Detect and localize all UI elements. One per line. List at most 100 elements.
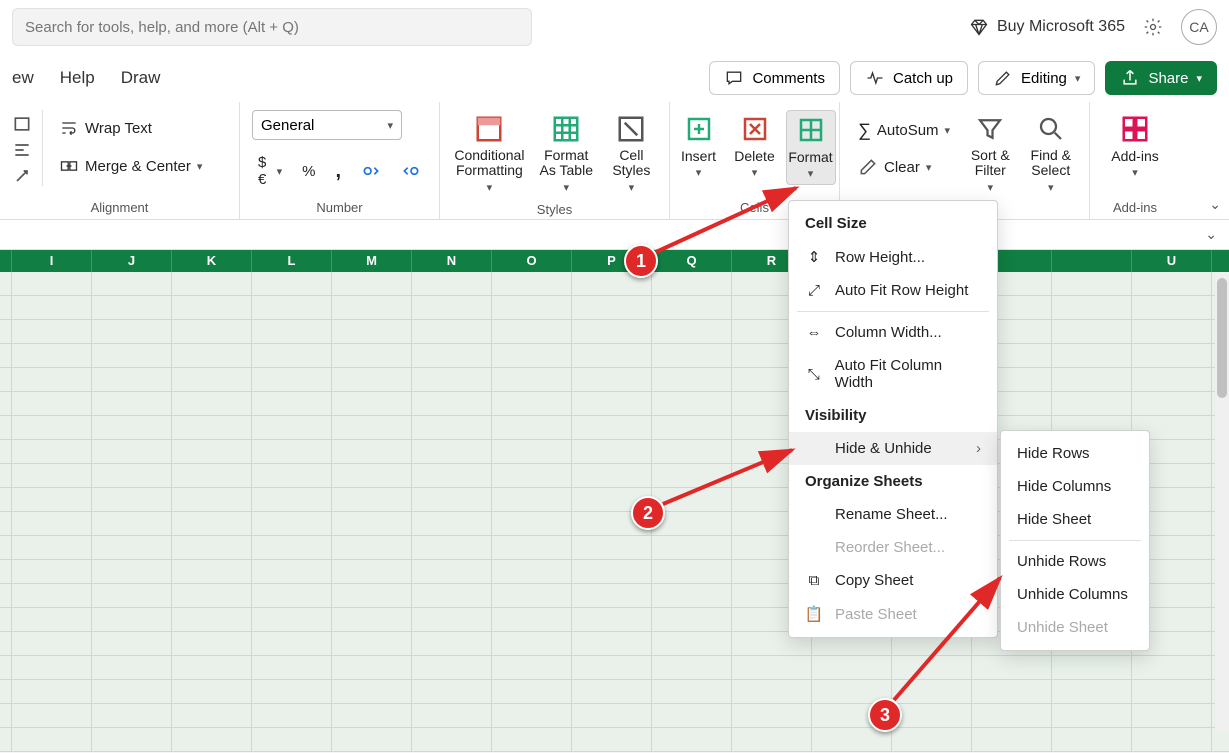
column-header[interactable]: U [1132,250,1212,272]
cell[interactable] [252,584,332,608]
cell[interactable] [492,632,572,656]
cell[interactable] [12,560,92,584]
cell[interactable] [412,584,492,608]
cell[interactable] [572,464,652,488]
cell[interactable] [1052,296,1132,320]
share-button[interactable]: Share ▾ [1105,61,1217,95]
cell[interactable] [252,416,332,440]
cell[interactable] [332,536,412,560]
cell[interactable] [572,632,652,656]
cell[interactable] [492,608,572,632]
cell[interactable] [252,296,332,320]
cell[interactable] [412,560,492,584]
cell[interactable] [12,680,92,704]
cell[interactable] [172,320,252,344]
cell[interactable] [652,272,732,296]
merge-center-button[interactable]: Merge & Center ▾ [53,152,208,180]
cell[interactable] [172,272,252,296]
cell[interactable] [172,488,252,512]
autosum-button[interactable]: ∑ AutoSum▾ [852,116,956,145]
avatar[interactable]: CA [1181,9,1217,45]
cell[interactable] [572,704,652,728]
cell[interactable] [332,632,412,656]
cell[interactable] [172,728,252,752]
cell[interactable] [332,728,412,752]
cell[interactable] [812,656,892,680]
cell[interactable] [92,488,172,512]
cell[interactable] [652,656,732,680]
cell[interactable] [812,728,892,752]
cell[interactable] [652,416,732,440]
cell[interactable] [172,584,252,608]
cell[interactable] [1052,656,1132,680]
cell[interactable] [172,344,252,368]
cell[interactable] [652,296,732,320]
find-select-button[interactable]: Find & Select▾ [1025,110,1077,198]
cell[interactable] [332,272,412,296]
number-format-select[interactable]: General ▾ [252,110,402,140]
cell[interactable] [92,464,172,488]
column-header[interactable]: Q [652,250,732,272]
cell[interactable] [12,536,92,560]
cell[interactable] [12,512,92,536]
cell[interactable] [492,512,572,536]
cell[interactable] [492,560,572,584]
cell[interactable] [652,680,732,704]
cell[interactable] [572,416,652,440]
cell[interactable] [172,440,252,464]
cell[interactable] [412,344,492,368]
conditional-formatting-button[interactable]: Conditional Formatting▾ [452,110,527,198]
cell[interactable] [492,704,572,728]
cell[interactable] [172,680,252,704]
cell[interactable] [412,440,492,464]
cell[interactable] [572,680,652,704]
cell[interactable] [972,680,1052,704]
cell[interactable] [652,344,732,368]
cell[interactable] [252,488,332,512]
cell[interactable] [492,440,572,464]
collapse-ribbon-button[interactable]: ⌄ [1209,196,1221,213]
cell[interactable] [1132,368,1212,392]
cell[interactable] [572,296,652,320]
column-header[interactable]: K [172,250,252,272]
cell[interactable] [252,536,332,560]
tab-help[interactable]: Help [60,68,95,88]
cell[interactable] [92,272,172,296]
cell[interactable] [492,344,572,368]
wrap-text-button[interactable]: Wrap Text [53,114,208,142]
cell[interactable] [412,656,492,680]
cell[interactable] [652,440,732,464]
cell[interactable] [412,512,492,536]
select-all-corner[interactable] [0,250,12,272]
cell[interactable] [732,704,812,728]
buy-microsoft-365-link[interactable]: Buy Microsoft 365 [969,17,1125,37]
cell[interactable] [332,560,412,584]
cell[interactable] [1132,656,1212,680]
cell[interactable] [572,320,652,344]
cell[interactable] [412,368,492,392]
cell[interactable] [492,320,572,344]
decrease-decimal-button[interactable] [395,150,427,192]
menu-column-width[interactable]: ⇔ Column Width... [789,316,997,349]
cell[interactable] [492,392,572,416]
addins-button[interactable]: Add-ins▾ [1105,110,1164,183]
cell[interactable] [252,320,332,344]
cell[interactable] [12,464,92,488]
cell[interactable] [252,656,332,680]
cell[interactable] [892,704,972,728]
column-header[interactable]: I [12,250,92,272]
cell[interactable] [172,416,252,440]
cell[interactable] [172,560,252,584]
cell[interactable] [572,560,652,584]
insert-button[interactable]: Insert▾ [674,110,724,183]
cell[interactable] [12,656,92,680]
comments-button[interactable]: Comments [709,61,840,95]
cell[interactable] [652,704,732,728]
gear-icon[interactable] [1143,17,1163,37]
cell[interactable] [572,536,652,560]
cell[interactable] [1132,728,1212,752]
cell[interactable] [252,392,332,416]
menu-hide-rows[interactable]: Hide Rows [1001,437,1149,470]
cell[interactable] [92,512,172,536]
cell[interactable] [92,320,172,344]
